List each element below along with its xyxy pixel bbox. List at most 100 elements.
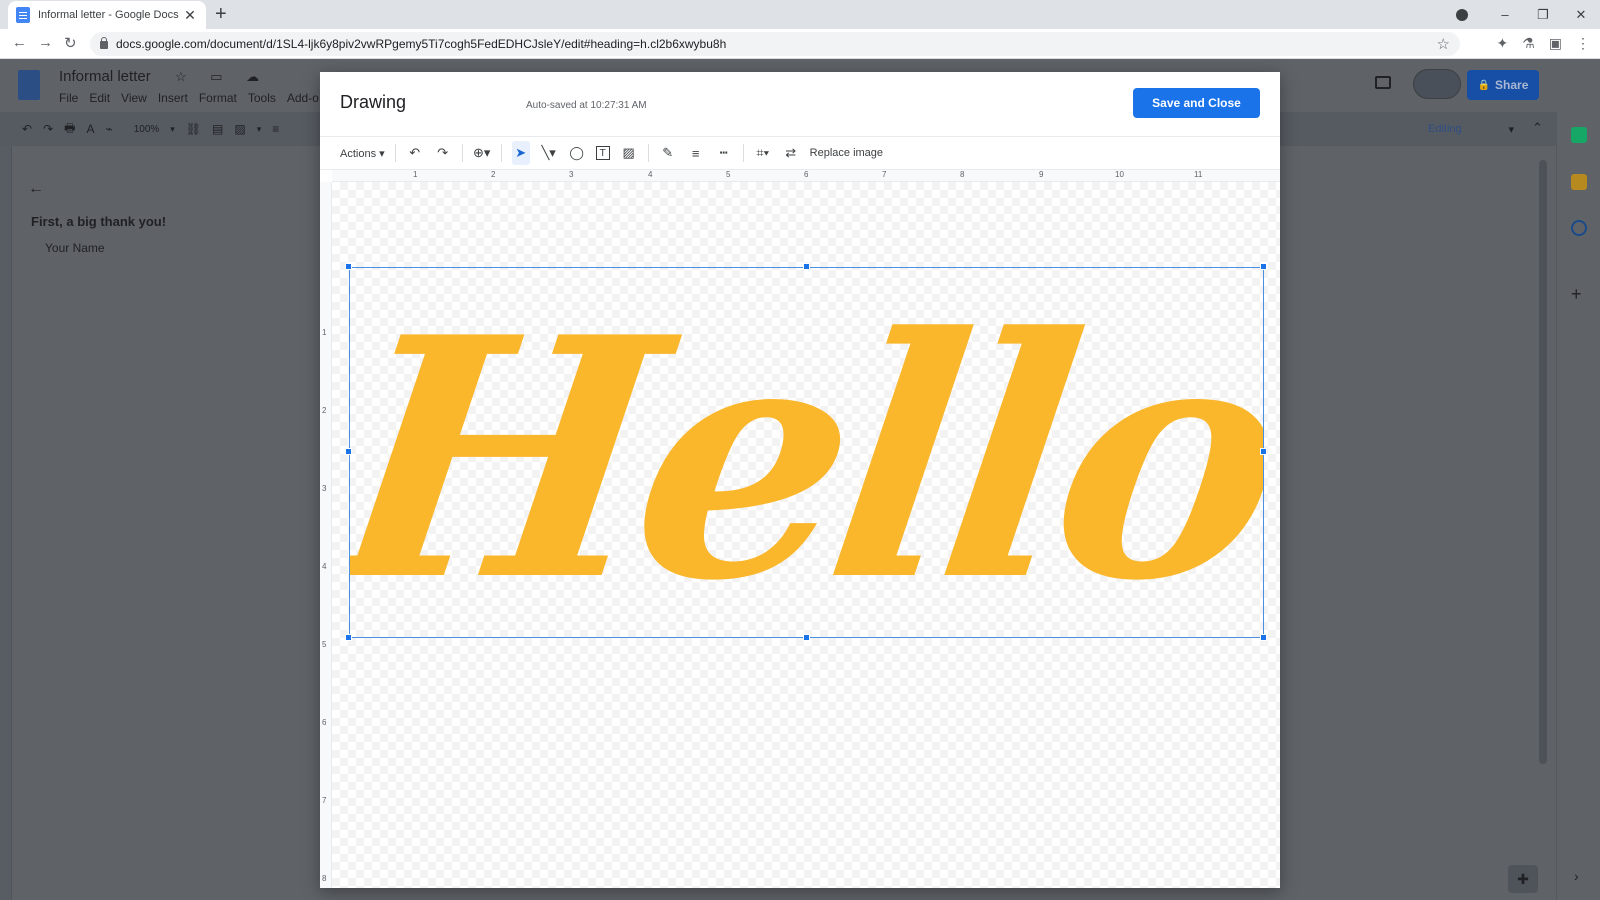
resize-handle-bottom-left[interactable] — [345, 634, 352, 641]
textbox-tool-icon[interactable]: T — [595, 146, 610, 160]
collapse-menus-icon[interactable]: ⌃ — [1532, 120, 1543, 136]
new-tab-button[interactable]: + — [215, 3, 227, 25]
profile-icon[interactable] — [1456, 8, 1468, 21]
bookmark-star-icon[interactable]: ☆ — [1437, 35, 1450, 53]
document-scrollbar[interactable] — [1539, 160, 1547, 764]
ruler-number: 5 — [322, 640, 327, 649]
editing-label: Editing — [1428, 123, 1462, 135]
ruler-number: 4 — [648, 170, 653, 179]
side-panel: + — [1556, 112, 1600, 900]
outline-back-icon[interactable]: ← — [28, 180, 44, 198]
drawing-toolbar: Actions ▾ ↶ ↷ ⊕▾ ➤ ╲▾ ◯ T ▨ ✎ ≡ ┅ ⌗▾ ⇄ R… — [320, 136, 1280, 170]
redo-icon[interactable]: ↷ — [43, 122, 53, 136]
menu-view[interactable]: View — [121, 91, 147, 105]
toolbar-divider — [742, 144, 744, 162]
horizontal-ruler: 1 2 3 4 5 6 7 8 9 10 11 — [332, 170, 1280, 182]
menu-addons[interactable]: Add-o — [287, 91, 319, 105]
align-icon[interactable]: ≡ — [272, 122, 279, 136]
resize-handle-left[interactable] — [345, 448, 352, 455]
keep-icon[interactable] — [1571, 174, 1587, 190]
image-tool-icon[interactable]: ▨ — [620, 141, 638, 165]
resize-handle-top-left[interactable] — [345, 263, 352, 270]
insert-link-icon[interactable]: ⛓ — [186, 122, 201, 136]
drawing-canvas[interactable]: Hello — [332, 182, 1280, 888]
browser-menu-icon[interactable]: ⋮ — [1576, 35, 1590, 52]
window-controls: – ❐ ✕ — [1456, 0, 1600, 29]
shape-tool-icon[interactable]: ◯ — [568, 141, 586, 165]
ruler-number: 2 — [322, 406, 327, 415]
border-color-icon[interactable]: ✎ — [659, 141, 677, 165]
title-action-icons[interactable]: ☆ ▭ ☁ — [175, 69, 269, 85]
spellcheck-icon[interactable]: A — [86, 122, 94, 136]
extensions-icon[interactable]: ✦ — [1496, 35, 1508, 52]
paint-format-icon[interactable]: ⌁ — [105, 122, 112, 136]
docs-menu-bar: File Edit View Insert Format Tools Add-o — [59, 91, 319, 105]
minimize-button[interactable]: – — [1486, 7, 1524, 22]
menu-format[interactable]: Format — [199, 91, 237, 105]
print-icon[interactable]: 🖶 — [64, 119, 75, 140]
undo-icon[interactable]: ↶ — [22, 122, 32, 136]
border-weight-icon[interactable]: ≡ — [687, 141, 705, 165]
tab-close-icon[interactable]: ✕ — [182, 7, 198, 24]
close-window-button[interactable]: ✕ — [1562, 7, 1600, 23]
replace-image-button[interactable]: Replace image — [810, 147, 883, 159]
comment-history-icon[interactable] — [1375, 76, 1391, 89]
resize-handle-top[interactable] — [803, 263, 810, 270]
docs-logo-icon[interactable] — [18, 70, 40, 100]
ruler-number: 1 — [322, 328, 327, 337]
image-caret-icon[interactable]: ▾ — [257, 124, 262, 135]
forward-button[interactable]: → — [38, 34, 53, 51]
toolbar-divider — [461, 144, 463, 162]
browser-tab[interactable]: Informal letter - Google Docs ✕ — [8, 1, 206, 29]
resize-handle-bottom[interactable] — [803, 634, 810, 641]
explore-icon[interactable]: ✚ — [1508, 865, 1538, 893]
add-addon-icon[interactable]: + — [1571, 284, 1582, 305]
reload-button[interactable]: ↻ — [64, 34, 77, 52]
ruler-number: 6 — [322, 718, 327, 727]
outline-heading-1[interactable]: First, a big thank you! — [31, 214, 166, 229]
back-button[interactable]: ← — [12, 34, 27, 51]
redo-icon[interactable]: ↷ — [434, 141, 452, 165]
resize-handle-right[interactable] — [1260, 448, 1267, 455]
zoom-icon[interactable]: ⊕▾ — [473, 141, 491, 165]
menu-insert[interactable]: Insert — [158, 91, 188, 105]
doc-title[interactable]: Informal letter — [59, 68, 151, 85]
select-tool-icon[interactable]: ➤ — [511, 141, 530, 165]
url-text[interactable]: docs.google.com/document/d/1SL4-ljk6y8pi… — [116, 37, 1437, 51]
side-panel-icon[interactable]: ▣ — [1549, 35, 1562, 52]
menu-edit[interactable]: Edit — [89, 91, 110, 105]
browser-navbar: ← → ↻ docs.google.com/document/d/1SL4-lj… — [0, 29, 1600, 59]
ruler-number: 2 — [491, 170, 496, 179]
extension-icons: ✦ ⚗ ▣ ⋮ — [1496, 35, 1590, 52]
crop-icon[interactable]: ⌗▾ — [754, 141, 772, 165]
show-side-panel-icon[interactable]: › — [1574, 868, 1579, 884]
menu-file[interactable]: File — [59, 91, 78, 105]
border-dash-icon[interactable]: ┅ — [715, 141, 733, 165]
address-bar[interactable]: docs.google.com/document/d/1SL4-ljk6y8pi… — [90, 32, 1460, 56]
actions-menu[interactable]: Actions ▾ — [340, 141, 385, 165]
save-and-close-button[interactable]: Save and Close — [1133, 88, 1260, 118]
zoom-select[interactable]: 100% — [134, 124, 160, 135]
outline-heading-2[interactable]: Your Name — [45, 241, 105, 255]
present-button[interactable] — [1413, 69, 1461, 99]
undo-icon[interactable]: ↶ — [406, 141, 424, 165]
toolbar-divider — [500, 144, 502, 162]
line-tool-icon[interactable]: ╲▾ — [540, 141, 558, 165]
share-button[interactable]: 🔒 Share — [1467, 70, 1539, 100]
replace-image-icon[interactable]: ⇄ — [782, 141, 800, 165]
add-comment-icon[interactable]: ▤ — [212, 122, 223, 136]
resize-handle-top-right[interactable] — [1260, 263, 1267, 270]
insert-image-icon[interactable]: ▨ — [234, 122, 245, 136]
lock-icon: 🔒 — [1477, 79, 1491, 91]
ruler-number: 9 — [1039, 170, 1044, 179]
menu-tools[interactable]: Tools — [248, 91, 276, 105]
lab-icon[interactable]: ⚗ — [1522, 35, 1535, 52]
zoom-caret-icon[interactable]: ▾ — [170, 124, 175, 135]
editing-mode-button[interactable]: Editing ▾ — [1412, 118, 1522, 140]
restore-button[interactable]: ❐ — [1524, 7, 1562, 23]
ruler-number: 1 — [413, 170, 418, 179]
tasks-icon[interactable] — [1571, 220, 1587, 236]
resize-handle-bottom-right[interactable] — [1260, 634, 1267, 641]
ruler-number: 5 — [726, 170, 731, 179]
sheets-icon[interactable] — [1571, 127, 1587, 143]
